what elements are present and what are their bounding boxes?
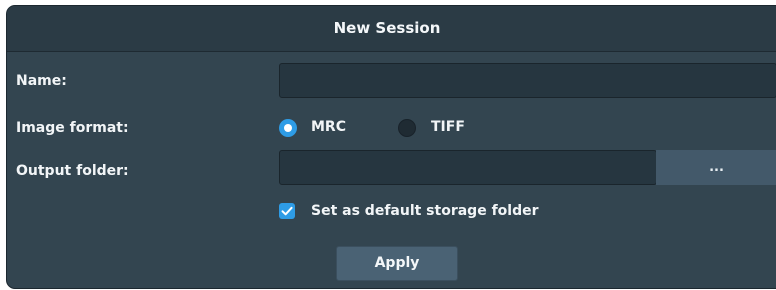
radio-mrc-label[interactable]: MRC [311, 119, 346, 135]
radio-tiff-label[interactable]: TIFF [431, 119, 465, 135]
default-storage-label[interactable]: Set as default storage folder [311, 203, 539, 219]
output-folder-input[interactable] [279, 150, 657, 185]
radio-selected-icon [284, 124, 292, 132]
name-input[interactable] [279, 63, 776, 98]
checkmark-icon [281, 206, 293, 216]
image-format-label: Image format: [16, 120, 129, 136]
browse-folder-button[interactable]: ... [656, 150, 776, 185]
output-folder-label: Output folder: [16, 163, 129, 179]
dialog-title: New Session [333, 19, 441, 37]
dialog-titlebar: New Session [7, 6, 776, 52]
radio-mrc[interactable] [279, 119, 297, 137]
name-label: Name: [16, 73, 67, 89]
new-session-dialog: New Session Name: Image format: MRC TIFF… [6, 5, 776, 289]
apply-button[interactable]: Apply [336, 246, 458, 281]
default-storage-checkbox[interactable] [279, 203, 295, 219]
radio-tiff[interactable] [398, 119, 416, 137]
